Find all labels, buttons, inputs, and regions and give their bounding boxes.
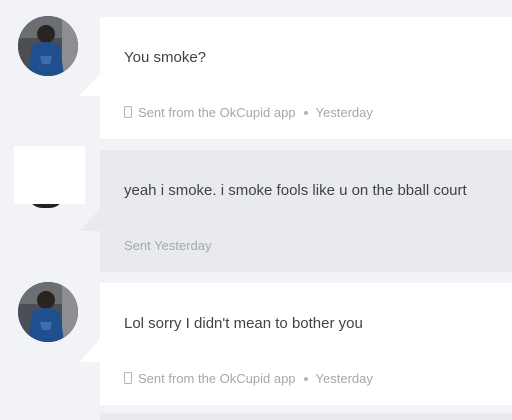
message-row: yeah i smoke. i smoke fools like u on th… (0, 140, 512, 280)
message-source: Sent from the OkCupid app (138, 371, 296, 386)
message-row: Lol sorry I didn't mean to bother you Se… (0, 280, 512, 420)
message-bubble[interactable]: yeah i smoke. i smoke fools like u on th… (100, 150, 512, 272)
message-meta: Sent from the OkCupid app Yesterday (124, 105, 373, 120)
message-source: Sent from the OkCupid app (138, 105, 296, 120)
message-bubble[interactable]: Lol sorry I didn't mean to bother you Se… (100, 283, 512, 405)
message-time: Yesterday (315, 105, 373, 120)
avatar[interactable] (18, 282, 78, 342)
dot-separator-icon (303, 110, 308, 115)
bubble-tail (79, 209, 100, 231)
message-text: Lol sorry I didn't mean to bother you (124, 315, 363, 332)
message-meta: Sent Yesterday (124, 238, 211, 253)
message-bubble[interactable]: You smoke? Sent from the OkCupid app Yes… (100, 17, 512, 139)
hidden-avatar (14, 146, 85, 204)
phone-icon (124, 371, 132, 384)
message-meta: Sent from the OkCupid app Yesterday (124, 371, 373, 386)
bubble-tail (79, 74, 100, 96)
profile-photo-icon (18, 282, 78, 342)
bubble-tail (79, 340, 100, 362)
message-bubble[interactable] (100, 413, 512, 420)
phone-icon (124, 105, 132, 118)
profile-photo-icon (18, 16, 78, 76)
message-status: Sent Yesterday (124, 238, 212, 253)
message-row: You smoke? Sent from the OkCupid app Yes… (0, 0, 512, 140)
message-time: Yesterday (315, 371, 373, 386)
message-text: yeah i smoke. i smoke fools like u on th… (124, 182, 467, 199)
message-text: You smoke? (124, 49, 207, 66)
dot-separator-icon (303, 376, 308, 381)
avatar[interactable] (18, 16, 78, 76)
